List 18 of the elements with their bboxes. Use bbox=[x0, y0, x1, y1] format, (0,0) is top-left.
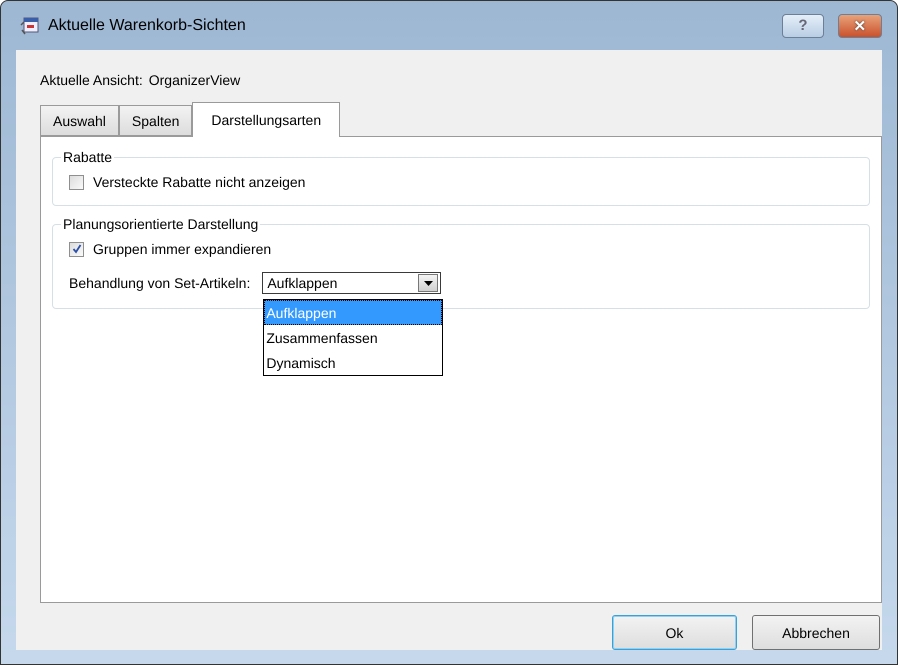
group-title: Planungsorientierte Darstellung bbox=[62, 216, 260, 232]
cancel-button[interactable]: Abbrechen bbox=[752, 615, 880, 650]
caret-icon bbox=[418, 274, 438, 292]
ok-button[interactable]: Ok bbox=[612, 615, 737, 650]
app-icon bbox=[20, 16, 40, 36]
tab[interactable]: Spalten bbox=[118, 105, 192, 136]
checkbox-label: Gruppen immer expandieren bbox=[93, 241, 272, 257]
window-title: Aktuelle Warenkorb-Sichten bbox=[48, 16, 247, 34]
combo-label: Behandlung von Set-Artikeln: bbox=[69, 275, 250, 291]
checkbox-label: Versteckte Rabatte nicht anzeigen bbox=[93, 174, 306, 190]
help-button[interactable]: ? bbox=[782, 14, 824, 38]
view-label: Aktuelle Ansicht: bbox=[40, 72, 143, 90]
tab[interactable]: Darstellungsarten bbox=[192, 102, 340, 137]
view-value: OrganizerView bbox=[148, 72, 240, 90]
checkbox[interactable] bbox=[69, 174, 84, 190]
tab[interactable]: Auswahl bbox=[40, 105, 119, 136]
checkbox[interactable] bbox=[69, 242, 84, 256]
group-title: Rabatte bbox=[62, 149, 114, 165]
